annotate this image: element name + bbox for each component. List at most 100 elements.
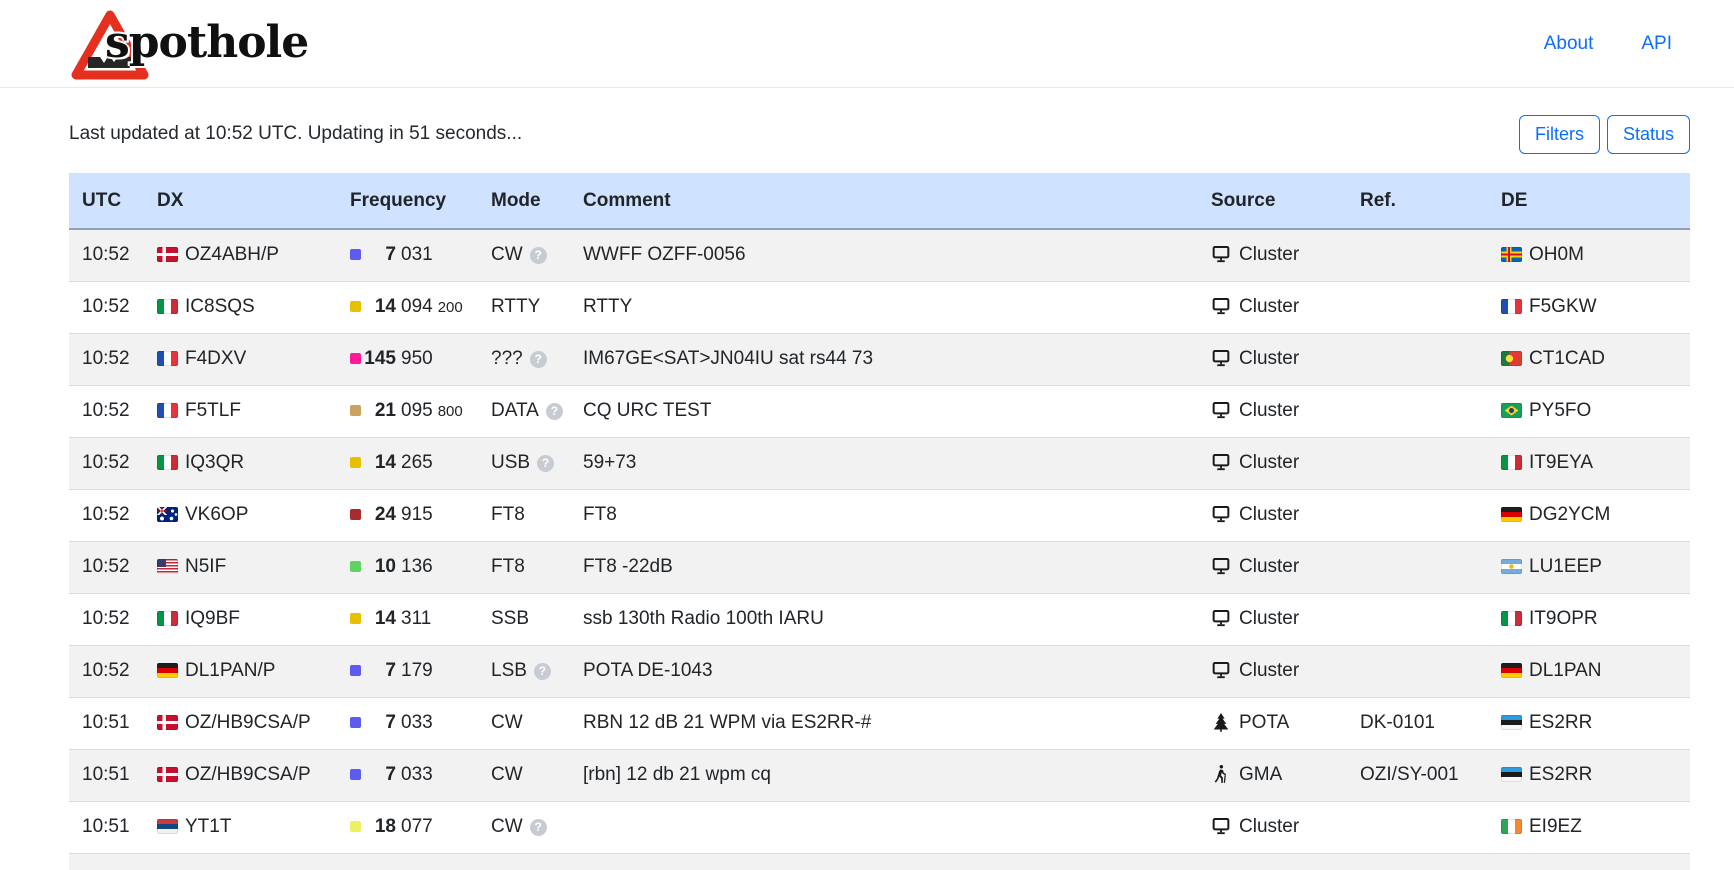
dx-callsign: OZ/HB9CSA/P xyxy=(185,764,311,785)
mode-label: LSB xyxy=(491,660,527,681)
ref-label xyxy=(1347,437,1488,489)
comment-text: IM67GE<SAT>JN04IU sat rs44 73 xyxy=(570,333,1198,385)
de-country-flag-icon xyxy=(1501,403,1522,418)
logo[interactable]: spothole xyxy=(69,5,389,83)
dx-cell: IQ9BF xyxy=(144,593,337,645)
band-color-square-icon xyxy=(350,249,361,260)
mode-help-icon[interactable]: ? xyxy=(530,247,547,264)
de-country-flag-icon xyxy=(1501,715,1522,730)
nav-link-about[interactable]: About xyxy=(1544,33,1594,55)
mode-help-icon[interactable]: ? xyxy=(537,455,554,472)
spot-time: 10:51 xyxy=(69,697,144,749)
comment-text: ssb 130th Radio 100th IARU xyxy=(570,593,1198,645)
source-cell: Cluster xyxy=(1198,593,1347,645)
table-header-row: UTC DX Frequency Mode Comment Source Ref… xyxy=(69,173,1690,229)
de-callsign: PY5FO xyxy=(1529,400,1591,421)
spot-row: 10:51 V6D 3573 FT8? FT8 Cluster JI2KDZ xyxy=(69,853,1690,870)
source-cell: Cluster xyxy=(1198,801,1347,853)
spot-row: 10:52 F5TLF 21095800 DATA? CQ URC TEST C… xyxy=(69,385,1690,437)
comment-text: FT8 -22dB xyxy=(570,541,1198,593)
source-cell: GMA xyxy=(1198,749,1347,801)
dx-callsign: F5TLF xyxy=(185,400,241,421)
spots-body: 10:52 OZ4ABH/P 7031 CW? WWFF OZFF-0056 C… xyxy=(69,229,1690,870)
column-header-utc: UTC xyxy=(69,173,144,229)
mode-help-icon[interactable]: ? xyxy=(530,819,547,836)
de-country-flag-icon xyxy=(1501,559,1522,574)
de-callsign: DG2YCM xyxy=(1529,504,1610,525)
frequency-mhz: 10 xyxy=(363,556,396,578)
de-country-flag-icon xyxy=(1501,247,1522,262)
frequency-cell: 14265 xyxy=(337,437,478,489)
ref-label xyxy=(1347,645,1488,697)
mode-cell: FT8? xyxy=(478,853,570,870)
dx-country-flag-icon xyxy=(157,715,178,730)
band-color-square-icon xyxy=(350,717,361,728)
mode-label: FT8 xyxy=(491,556,525,577)
mode-cell: CW? xyxy=(478,749,570,801)
frequency-cell: 14094200 xyxy=(337,281,478,333)
band-color-square-icon xyxy=(350,613,361,624)
source-cell: Cluster xyxy=(1198,281,1347,333)
dx-callsign: OZ4ABH/P xyxy=(185,244,279,265)
comment-text: WWFF OZFF-0056 xyxy=(570,229,1198,281)
source-label: Cluster xyxy=(1239,816,1299,837)
source-label: Cluster xyxy=(1239,608,1299,629)
comment-text xyxy=(570,801,1198,853)
dx-cell: YT1T xyxy=(144,801,337,853)
column-header-mode: Mode xyxy=(478,173,570,229)
ref-label xyxy=(1347,801,1488,853)
spot-time: 10:52 xyxy=(69,229,144,281)
frequency-cell: 18077 xyxy=(337,801,478,853)
source-cell: Cluster xyxy=(1198,853,1347,870)
toolbar-buttons: Filters Status xyxy=(1519,115,1690,154)
frequency-khz: 311 xyxy=(401,608,431,629)
source-cell: Cluster xyxy=(1198,541,1347,593)
comment-text: RTTY xyxy=(570,281,1198,333)
de-callsign: CT1CAD xyxy=(1529,348,1605,369)
mode-label: CW xyxy=(491,816,523,837)
monitor-icon xyxy=(1211,660,1231,680)
dx-cell: F5TLF xyxy=(144,385,337,437)
de-cell: CT1CAD xyxy=(1488,333,1690,385)
mode-help-icon[interactable]: ? xyxy=(546,403,563,420)
column-header-dx: DX xyxy=(144,173,337,229)
filters-button[interactable]: Filters xyxy=(1519,115,1600,154)
spot-time: 10:52 xyxy=(69,281,144,333)
frequency-mhz: 7 xyxy=(363,660,396,682)
de-cell: PY5FO xyxy=(1488,385,1690,437)
status-button[interactable]: Status xyxy=(1607,115,1690,154)
monitor-icon xyxy=(1211,244,1231,264)
frequency-hz: 200 xyxy=(438,299,463,316)
monitor-icon xyxy=(1211,504,1231,524)
dx-country-flag-icon xyxy=(157,507,178,522)
mode-help-icon[interactable]: ? xyxy=(534,663,551,680)
ref-label xyxy=(1347,541,1488,593)
spot-time: 10:52 xyxy=(69,333,144,385)
band-color-square-icon xyxy=(350,405,361,416)
de-callsign: ES2RR xyxy=(1529,712,1592,733)
dx-country-flag-icon xyxy=(157,819,178,834)
frequency-mhz: 18 xyxy=(363,816,396,838)
de-country-flag-icon xyxy=(1501,819,1522,834)
frequency-mhz: 14 xyxy=(363,608,396,630)
source-cell: Cluster xyxy=(1198,645,1347,697)
spots-table-container: UTC DX Frequency Mode Comment Source Ref… xyxy=(69,173,1690,870)
frequency-khz: 265 xyxy=(401,452,433,473)
spot-row: 10:52 OZ4ABH/P 7031 CW? WWFF OZFF-0056 C… xyxy=(69,229,1690,281)
frequency-cell: 10136 xyxy=(337,541,478,593)
spots-table: UTC DX Frequency Mode Comment Source Ref… xyxy=(69,173,1690,870)
mode-cell: CW? xyxy=(478,801,570,853)
mode-label: USB xyxy=(491,452,530,473)
source-label: Cluster xyxy=(1239,348,1299,369)
dx-country-flag-icon xyxy=(157,455,178,470)
de-country-flag-icon xyxy=(1501,611,1522,626)
spot-row: 10:51 OZ/HB9CSA/P 7033 CW? [rbn] 12 db 2… xyxy=(69,749,1690,801)
de-cell: DG2YCM xyxy=(1488,489,1690,541)
nav-link-api[interactable]: API xyxy=(1641,33,1672,55)
mode-help-icon[interactable]: ? xyxy=(530,351,547,368)
de-cell: EI9EZ xyxy=(1488,801,1690,853)
ref-label: DK-0101 xyxy=(1347,697,1488,749)
comment-text: POTA DE-1043 xyxy=(570,645,1198,697)
source-label: Cluster xyxy=(1239,296,1299,317)
frequency-khz: 033 xyxy=(401,712,433,733)
